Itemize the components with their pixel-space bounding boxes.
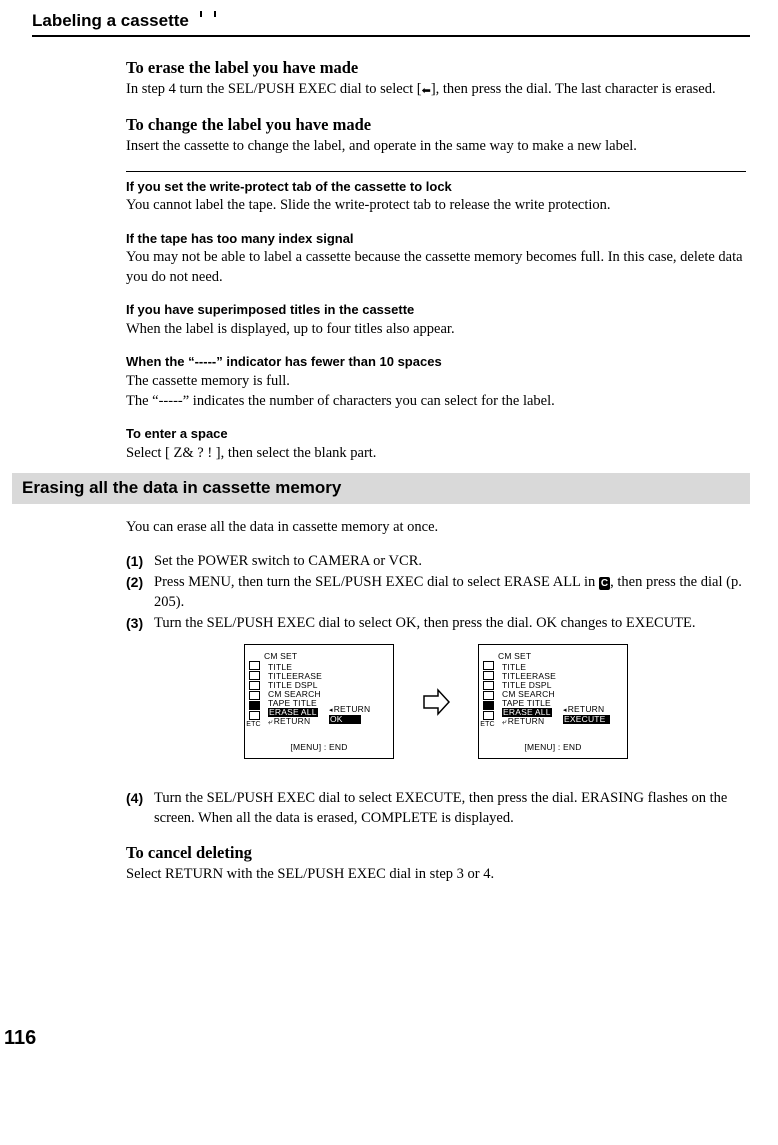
page-number: 116 <box>4 1025 750 1052</box>
screen-right-col: RETURN EXECUTE <box>563 705 610 724</box>
heading-write-protect: If you set the write-protect tab of the … <box>126 178 746 196</box>
heading-erase-label: To erase the label you have made <box>126 57 746 79</box>
step-num-4: (4) <box>126 789 154 828</box>
screen-1: CM SET ETC TITLE TITLEERASE TITLE DSPL C… <box>244 644 394 759</box>
screen-footer: [MENU] : END <box>245 742 393 753</box>
left-arrow-icon: ⬅ <box>422 84 431 99</box>
title-rule <box>32 35 750 37</box>
screen-icons: ETC <box>483 661 495 728</box>
menu-screens: CM SET ETC TITLE TITLEERASE TITLE DSPL C… <box>126 644 746 759</box>
cm-icon: C <box>599 577 610 590</box>
steps-list: (1) Set the POWER switch to CAMERA or VC… <box>126 552 746 634</box>
body-cancel: Select RETURN with the SEL/PUSH EXEC dia… <box>126 865 746 885</box>
step-4: Turn the SEL/PUSH EXEC dial to select EX… <box>154 789 746 828</box>
body-enter-space: Select [ Z& ? ! ], then select the blank… <box>126 444 746 464</box>
heading-superimposed: If you have superimposed titles in the c… <box>126 301 746 319</box>
step-num-3: (3) <box>126 614 154 634</box>
arrow-icon <box>422 688 450 716</box>
step-2: Press MENU, then turn the SEL/PUSH EXEC … <box>154 573 746 612</box>
body-write-protect: You cannot label the tape. Slide the wri… <box>126 196 746 216</box>
heading-change-label: To change the label you have made <box>126 114 746 136</box>
body-indicator-2: The “-----” indicates the number of char… <box>126 392 746 412</box>
screen-2: CM SET ETC TITLE TITLEERASE TITLE DSPL C… <box>478 644 628 759</box>
erase-all-intro: You can erase all the data in cassette m… <box>126 518 746 538</box>
step-num-2: (2) <box>126 573 154 612</box>
heading-indicator: When the “-----” indicator has fewer tha… <box>126 353 746 371</box>
heading-cancel: To cancel deleting <box>126 842 746 864</box>
body-change-label: Insert the cassette to change the label,… <box>126 137 746 157</box>
screen-header: CM SET <box>264 651 388 662</box>
steps-list-2: (4) Turn the SEL/PUSH EXEC dial to selec… <box>126 789 746 828</box>
heading-enter-space: To enter a space <box>126 425 746 443</box>
step-num-1: (1) <box>126 552 154 572</box>
body-indicator-1: The cassette memory is full. <box>126 372 746 392</box>
body-superimposed: When the label is displayed, up to four … <box>126 320 746 340</box>
step-3: Turn the SEL/PUSH EXEC dial to select OK… <box>154 614 746 634</box>
screen-header: CM SET <box>498 651 622 662</box>
heading-index-signal: If the tape has too many index signal <box>126 230 746 248</box>
step-1: Set the POWER switch to CAMERA or VCR. <box>154 552 746 572</box>
screen-icons: ETC <box>249 661 261 728</box>
page-title: Labeling a cassette <box>32 10 750 33</box>
divider <box>126 171 746 172</box>
screen-right-col: RETURN OK <box>329 705 370 724</box>
body-erase-label: In step 4 turn the SEL/PUSH EXEC dial to… <box>126 80 746 100</box>
screen-footer: [MENU] : END <box>479 742 627 753</box>
section-bar-erase-all: Erasing all the data in cassette memory <box>12 473 750 504</box>
body-index-signal: You may not be able to label a cassette … <box>126 248 746 287</box>
